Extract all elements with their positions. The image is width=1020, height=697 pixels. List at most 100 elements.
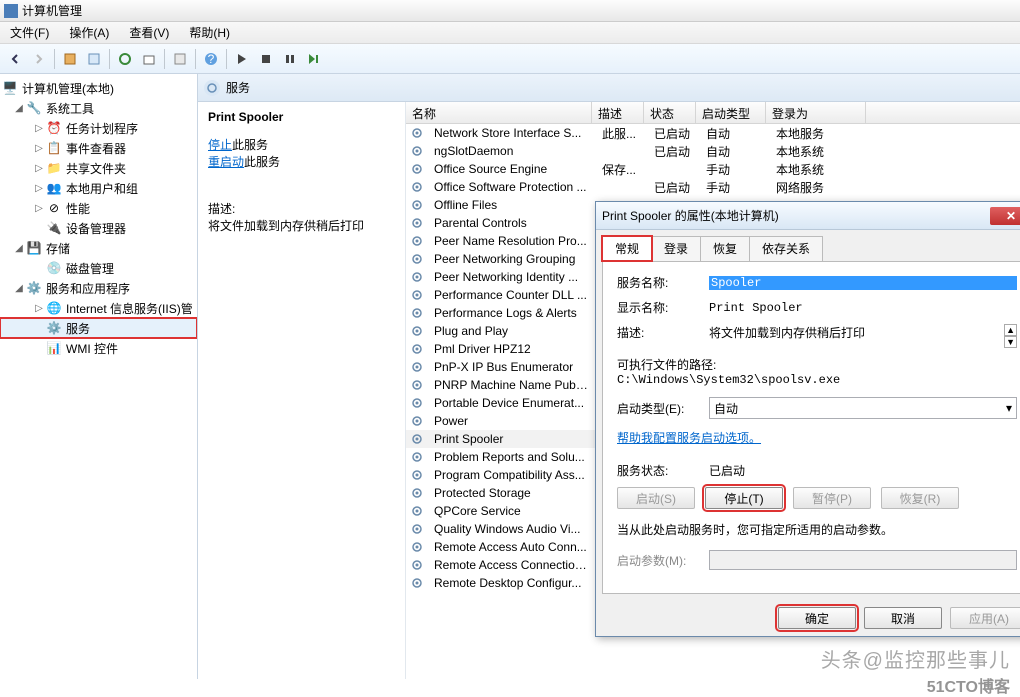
col-status[interactable]: 状态 [644, 102, 696, 123]
nav-root[interactable]: 🖥️计算机管理(本地) [0, 78, 197, 98]
stop-link[interactable]: 停止 [208, 138, 232, 152]
pause-button[interactable] [279, 48, 301, 70]
service-row[interactable]: Office Software Protection ...已启动手动网络服务 [406, 178, 1020, 196]
toolbar-btn-2[interactable] [83, 48, 105, 70]
nav-services-apps[interactable]: ◢⚙️服务和应用程序 [0, 278, 197, 298]
nav-performance[interactable]: ▷⊘性能 [0, 198, 197, 218]
display-name-label: 显示名称: [617, 299, 709, 316]
back-button[interactable] [4, 48, 26, 70]
gear-icon [410, 342, 424, 356]
storage-icon: 💾 [26, 240, 42, 256]
nav-shared-folders[interactable]: ▷📁共享文件夹 [0, 158, 197, 178]
ok-button[interactable]: 确定 [778, 607, 856, 629]
service-name-cell: Plug and Play [428, 323, 596, 339]
col-startup[interactable]: 启动类型 [696, 102, 766, 123]
service-row[interactable]: Office Source Engine保存...手动本地系统 [406, 160, 1020, 178]
service-name-cell: Quality Windows Audio Vi... [428, 521, 596, 537]
expand-icon[interactable]: ◢ [12, 283, 26, 294]
gear-icon [410, 522, 424, 536]
play-button[interactable] [231, 48, 253, 70]
description-value: 将文件加载到内存供稍后打印 [709, 324, 998, 341]
perf-icon: ⊘ [46, 200, 62, 216]
close-button[interactable]: ✕ [990, 207, 1020, 225]
service-row[interactable]: Network Store Interface S...此服...已启动自动本地… [406, 124, 1020, 142]
refresh-button[interactable] [114, 48, 136, 70]
service-logon-cell: 网络服务 [770, 178, 870, 197]
start-button: 启动(S) [617, 487, 695, 509]
nav-tree[interactable]: 🖥️计算机管理(本地) ◢🔧系统工具 ▷⏰任务计划程序 ▷📋事件查看器 ▷📁共享… [0, 74, 198, 679]
services-apps-icon: ⚙️ [26, 280, 42, 296]
service-row[interactable]: ngSlotDaemon已启动自动本地系统 [406, 142, 1020, 160]
service-desc-cell [596, 150, 648, 152]
service-desc-cell [596, 186, 648, 188]
nav-users-groups[interactable]: ▷👥本地用户和组 [0, 178, 197, 198]
tab-logon[interactable]: 登录 [651, 236, 701, 261]
tools-icon: 🔧 [26, 100, 42, 116]
gear-icon [410, 306, 424, 320]
export-button[interactable] [138, 48, 160, 70]
expand-icon[interactable]: ▷ [32, 303, 46, 314]
restart-button[interactable] [303, 48, 325, 70]
nav-device-manager[interactable]: 🔌设备管理器 [0, 218, 197, 238]
nav-disk-management[interactable]: 💿磁盘管理 [0, 258, 197, 278]
expand-icon[interactable]: ◢ [12, 243, 26, 254]
service-name-cell: Office Software Protection ... [428, 179, 596, 195]
col-logon[interactable]: 登录为 [766, 102, 866, 123]
properties-button[interactable] [169, 48, 191, 70]
service-name-cell: Remote Access Connection... [428, 557, 596, 573]
expand-icon[interactable]: ◢ [12, 103, 26, 114]
help-button[interactable]: ? [200, 48, 222, 70]
device-icon: 🔌 [46, 220, 62, 236]
dialog-titlebar[interactable]: Print Spooler 的属性(本地计算机) ✕ [596, 202, 1020, 230]
expand-icon[interactable]: ▷ [32, 163, 46, 174]
gear-icon [410, 396, 424, 410]
tab-recovery[interactable]: 恢复 [700, 236, 750, 261]
service-desc-cell: 保存... [596, 160, 648, 179]
expand-icon[interactable]: ▷ [32, 203, 46, 214]
gear-icon [410, 324, 424, 338]
nav-task-scheduler[interactable]: ▷⏰任务计划程序 [0, 118, 197, 138]
expand-icon[interactable]: ▷ [32, 183, 46, 194]
tab-dependencies[interactable]: 依存关系 [749, 236, 823, 261]
col-name[interactable]: 名称 [406, 102, 592, 123]
tab-general[interactable]: 常规 [602, 236, 652, 261]
nav-iis[interactable]: ▷🌐Internet 信息服务(IIS)管 [0, 298, 197, 318]
cancel-button[interactable]: 取消 [864, 607, 942, 629]
service-status: 已启动 [709, 462, 745, 479]
nav-services[interactable]: ⚙️服务 [0, 318, 197, 338]
stop-button[interactable] [255, 48, 277, 70]
service-name-cell: PnP-X IP Bus Enumerator [428, 359, 596, 375]
menu-help[interactable]: 帮助(H) [185, 22, 234, 43]
scroll-up-icon[interactable]: ▲ [1004, 324, 1017, 336]
gear-icon [410, 486, 424, 500]
list-header: 名称 描述 状态 启动类型 登录为 [406, 102, 1020, 124]
nav-storage[interactable]: ◢💾存储 [0, 238, 197, 258]
expand-icon[interactable]: ▷ [32, 143, 46, 154]
service-name-cell: Office Source Engine [428, 161, 596, 177]
nav-wmi[interactable]: 📊WMI 控件 [0, 338, 197, 358]
scroll-down-icon[interactable]: ▼ [1004, 336, 1017, 348]
nav-event-viewer[interactable]: ▷📋事件查看器 [0, 138, 197, 158]
service-startup-cell: 手动 [700, 178, 770, 197]
dialog-tabs: 常规 登录 恢复 依存关系 [596, 230, 1020, 261]
service-name-cell: Remote Desktop Configur... [428, 575, 596, 591]
gear-icon [410, 450, 424, 464]
restart-link[interactable]: 重启动 [208, 155, 244, 169]
menu-action[interactable]: 操作(A) [65, 22, 113, 43]
help-link[interactable]: 帮助我配置服务启动选项。 [617, 431, 761, 445]
gear-icon [410, 270, 424, 284]
gear-icon [410, 414, 424, 428]
stop-button[interactable]: 停止(T) [705, 487, 783, 509]
forward-button[interactable] [28, 48, 50, 70]
detail-restart-line: 重启动此服务 [208, 153, 395, 170]
event-icon: 📋 [46, 140, 62, 156]
nav-systools[interactable]: ◢🔧系统工具 [0, 98, 197, 118]
menu-file[interactable]: 文件(F) [6, 22, 53, 43]
gear-icon [410, 180, 424, 194]
col-desc[interactable]: 描述 [592, 102, 644, 123]
expand-icon[interactable]: ▷ [32, 123, 46, 134]
toolbar-btn-1[interactable] [59, 48, 81, 70]
service-desc-cell: 此服... [596, 124, 648, 143]
startup-type-select[interactable]: 自动▾ [709, 397, 1017, 419]
menu-view[interactable]: 查看(V) [125, 22, 173, 43]
